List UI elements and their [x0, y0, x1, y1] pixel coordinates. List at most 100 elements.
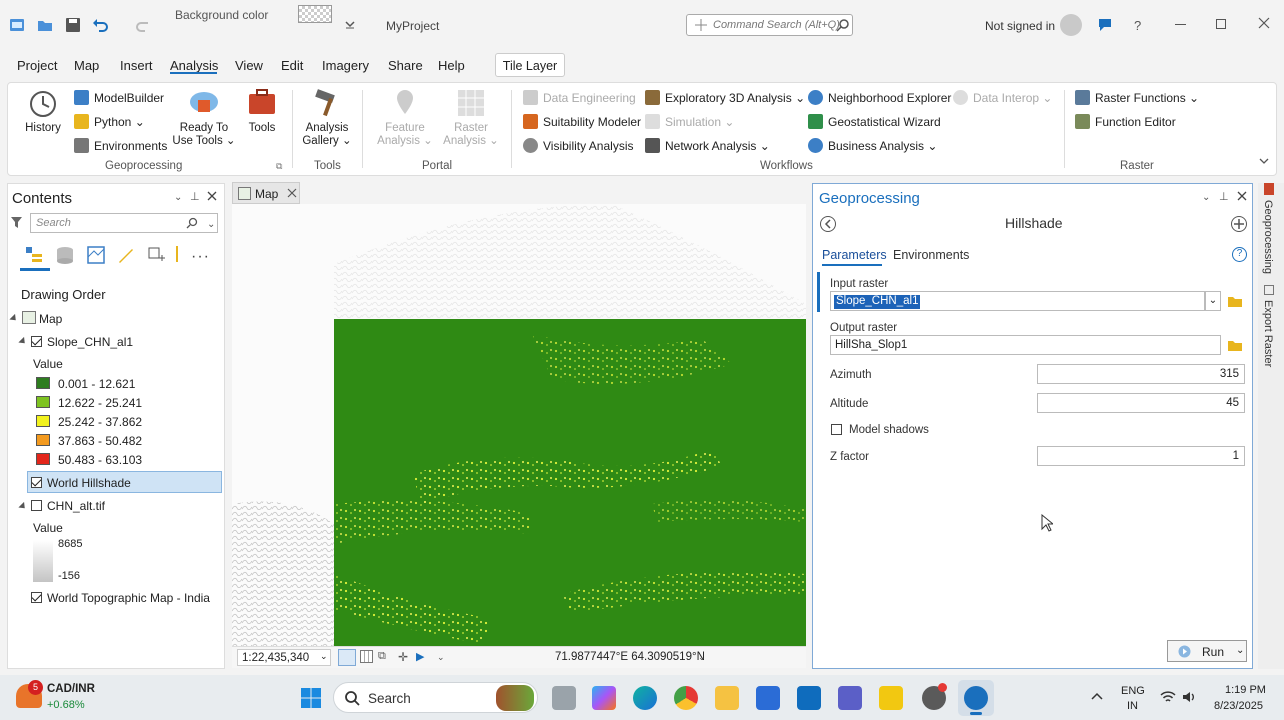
tab-imagery[interactable]: Imagery [322, 58, 369, 73]
more-options-icon[interactable]: ··· [191, 248, 210, 266]
command-search-input[interactable]: Command Search (Alt+Q) [686, 14, 853, 36]
snapping-icon[interactable]: ⧉ [378, 650, 386, 663]
crosshair-icon[interactable]: ✛ [398, 650, 408, 664]
sign-in-status[interactable]: Not signed in [985, 19, 1055, 33]
drawing-order-icon[interactable] [24, 245, 44, 265]
notification-icon[interactable] [1097, 16, 1113, 34]
wifi-icon[interactable] [1160, 690, 1176, 704]
history-button[interactable]: History [20, 122, 66, 135]
pause-drawing-icon[interactable]: ▶ [416, 650, 424, 663]
pin-icon[interactable]: ⊥ [190, 190, 200, 203]
network-analysis-button[interactable]: Network Analysis ⌄ [645, 138, 770, 153]
python-button[interactable]: Python ⌄ [74, 114, 145, 129]
pane-options-icon[interactable]: ⌄ [174, 192, 182, 203]
input-raster-dropdown[interactable]: ⌄ [1205, 291, 1221, 311]
scale-selector[interactable]: 1:22,435,340 ⌄ [237, 649, 331, 666]
close-icon[interactable] [287, 188, 297, 198]
tab-map-view[interactable]: Map [232, 182, 300, 204]
legend-swatch[interactable] [36, 434, 50, 446]
tab-insert[interactable]: Insert [120, 58, 153, 73]
chevron-down-icon[interactable]: ⌄ [437, 652, 445, 663]
back-icon[interactable] [819, 215, 837, 233]
modelbuilder-button[interactable]: ModelBuilder [74, 90, 164, 105]
close-pane-icon[interactable] [207, 191, 217, 201]
layer-visibility-checkbox[interactable] [31, 336, 42, 347]
close-pane-icon[interactable] [1237, 191, 1247, 201]
task-view-icon[interactable] [552, 686, 576, 710]
teams-icon[interactable] [838, 686, 862, 710]
neighborhood-explorer-button[interactable]: Neighborhood Explorer [808, 90, 951, 105]
power-bi-icon[interactable] [879, 686, 903, 710]
tab-parameters[interactable]: Parameters [822, 248, 887, 262]
z-factor-field[interactable]: 1 [1037, 446, 1245, 466]
labeling-view-icon[interactable] [176, 246, 180, 262]
selection-view-icon[interactable] [86, 245, 106, 265]
tab-share[interactable]: Share [388, 58, 423, 73]
ready-to-use-tools-button[interactable]: Ready To Use Tools ⌄ [172, 122, 236, 148]
grid-icon[interactable] [360, 650, 373, 663]
map-canvas[interactable] [232, 204, 806, 646]
ticker-symbol[interactable]: CAD/INR [47, 683, 95, 695]
file-explorer-icon[interactable] [715, 686, 739, 710]
save-icon[interactable] [64, 16, 82, 34]
tools-button[interactable]: Tools [240, 122, 284, 135]
undo-icon[interactable] [92, 16, 110, 34]
snapping-view-icon[interactable] [146, 245, 166, 265]
environments-button[interactable]: Environments [74, 138, 167, 153]
clock-time[interactable]: 1:19 PM [1225, 684, 1266, 696]
data-engineering-button[interactable]: Data Engineering [523, 90, 636, 105]
toc-map[interactable]: Map [39, 312, 62, 326]
clock-date[interactable]: 8/23/2025 [1214, 700, 1263, 712]
altitude-field[interactable]: 45 [1037, 393, 1245, 413]
toc-layer-topographic[interactable]: World Topographic Map - India [47, 591, 210, 605]
raster-functions-button[interactable]: Raster Functions ⌄ [1075, 90, 1199, 105]
copilot-icon[interactable] [592, 686, 616, 710]
toc-layer-chn-alt[interactable]: CHN_alt.tif [47, 499, 105, 513]
legend-swatch[interactable] [36, 396, 50, 408]
tab-map[interactable]: Map [74, 58, 99, 73]
chevron-down-icon[interactable]: ⌄ [698, 652, 706, 663]
launcher-icon[interactable]: ⧉ [276, 161, 282, 172]
rail-tab-export-raster[interactable]: Export Raster [1262, 300, 1274, 367]
chevron-down-icon[interactable]: ⌄ [207, 219, 215, 230]
browse-folder-icon[interactable] [1227, 338, 1243, 352]
tab-analysis[interactable]: Analysis [170, 58, 218, 73]
add-icon[interactable] [1230, 215, 1248, 233]
layer-visibility-checkbox[interactable] [31, 592, 42, 603]
tab-project[interactable]: Project [17, 58, 57, 73]
filter-icon[interactable] [10, 216, 23, 229]
legend-swatch[interactable] [36, 415, 50, 427]
stretch-ramp[interactable] [33, 540, 53, 582]
language-primary[interactable]: ENG [1121, 685, 1145, 697]
tab-tile-layer[interactable]: Tile Layer [495, 53, 565, 77]
pin-icon[interactable]: ⊥ [1219, 190, 1229, 203]
project-name[interactable]: MyProject [386, 19, 439, 33]
output-raster-field[interactable]: HillSha_Slop1 [830, 335, 1221, 355]
raster-analysis-button[interactable]: Raster Analysis ⌄ [442, 122, 500, 148]
geostatistical-wizard-button[interactable]: Geostatistical Wizard [808, 114, 941, 129]
visibility-analysis-button[interactable]: Visibility Analysis [523, 138, 633, 153]
tab-view[interactable]: View [235, 58, 263, 73]
tab-environments[interactable]: Environments [893, 248, 969, 262]
help-icon[interactable]: ? [1134, 18, 1141, 33]
tab-edit[interactable]: Edit [281, 58, 303, 73]
help-icon[interactable]: ? [1232, 247, 1247, 262]
redo-icon[interactable] [134, 16, 152, 34]
feature-analysis-button[interactable]: Feature Analysis ⌄ [376, 122, 434, 148]
browse-folder-icon[interactable] [1227, 294, 1243, 308]
background-color-picker[interactable] [298, 5, 332, 23]
pane-options-icon[interactable]: ⌄ [1202, 192, 1210, 203]
new-project-icon[interactable] [8, 16, 26, 34]
outlook-icon[interactable] [797, 686, 821, 710]
volume-icon[interactable] [1182, 690, 1198, 704]
close-icon[interactable] [1258, 17, 1270, 29]
customize-toolbar-icon[interactable] [344, 18, 362, 36]
editing-view-icon[interactable] [116, 245, 136, 265]
legend-swatch[interactable] [36, 453, 50, 465]
avatar[interactable] [1060, 14, 1082, 36]
chevron-down-icon[interactable]: ⌄ [1236, 645, 1244, 656]
model-shadows-checkbox[interactable] [831, 424, 842, 435]
tab-help[interactable]: Help [438, 58, 465, 73]
store-icon[interactable] [756, 686, 780, 710]
rail-tab-geoprocessing[interactable]: Geoprocessing [1262, 200, 1274, 274]
